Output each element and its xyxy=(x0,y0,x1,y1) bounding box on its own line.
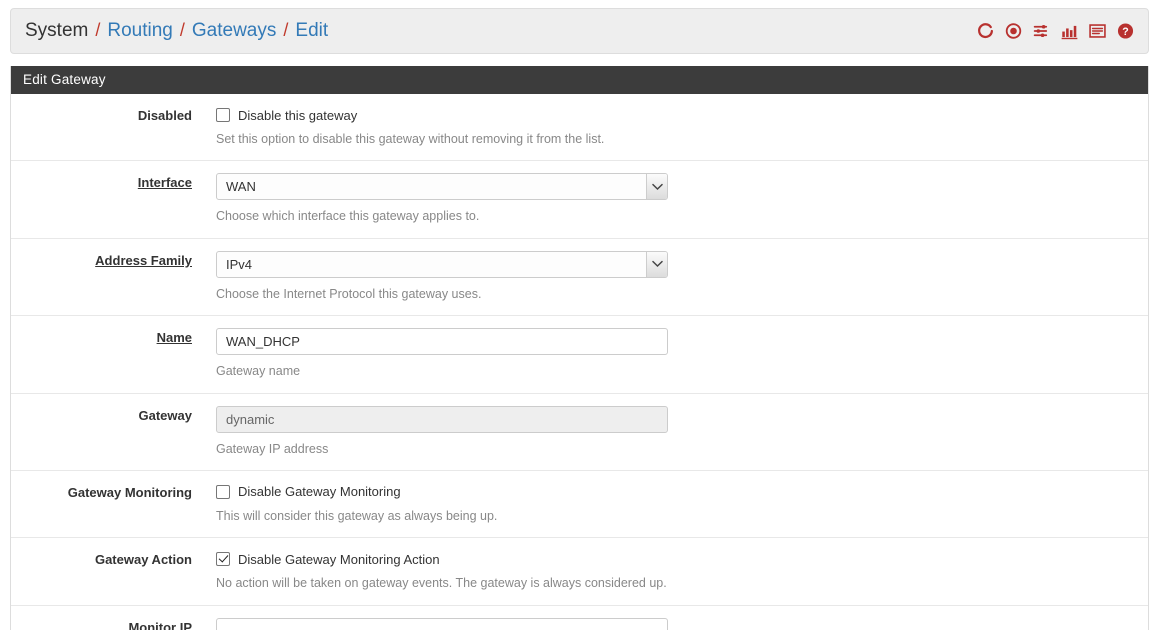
breadcrumb-separator: / xyxy=(179,20,185,40)
help-name: Gateway name xyxy=(216,364,301,379)
label-gateway-monitoring: Gateway Monitoring xyxy=(67,484,192,500)
gateway-input: dynamic xyxy=(216,405,668,433)
breadcrumb-separator: / xyxy=(283,20,289,40)
help-gateway-action: No action will be taken on gateway event… xyxy=(216,576,667,591)
interface-select[interactable]: WAN xyxy=(216,173,668,201)
address-family-select[interactable]: IPv4 xyxy=(216,250,668,278)
label-gateway: Gateway xyxy=(138,407,192,423)
help-gateway: Gateway IP address xyxy=(216,441,329,456)
label-name: Name xyxy=(156,330,192,346)
label-gateway-action: Gateway Action xyxy=(94,552,192,568)
disable-gateway-monitoring-checkbox-label: Disable Gateway Monitoring xyxy=(238,484,401,500)
power-icon[interactable] xyxy=(1005,23,1022,40)
address-family-select-value[interactable]: IPv4 xyxy=(216,250,668,278)
checkbox-box[interactable] xyxy=(216,484,230,499)
name-input[interactable]: WAN_DHCP xyxy=(216,328,668,356)
label-disabled: Disabled xyxy=(137,108,192,123)
help-address-family: Choose the Internet Protocol this gatewa… xyxy=(216,286,482,301)
edit-gateway-panel: Edit Gateway Disabled Disable this gatew… xyxy=(10,66,1149,630)
chevron-down-icon[interactable] xyxy=(646,251,667,277)
help-gateway-monitoring: This will consider this gateway as alway… xyxy=(216,508,498,523)
panel-title: Edit Gateway xyxy=(11,66,1148,94)
svg-text:?: ? xyxy=(1122,26,1128,38)
status-icon-group: ? xyxy=(977,23,1134,40)
breadcrumb-item-routing[interactable]: Routing xyxy=(107,20,173,42)
interface-select-value[interactable]: WAN xyxy=(216,173,668,201)
breadcrumb-bar: System / Routing / Gateways / Edit ? xyxy=(10,8,1149,54)
breadcrumb-separator: / xyxy=(95,20,101,40)
form-row-monitor-ip: Monitor IP Enter an alternative address … xyxy=(11,606,1148,630)
chevron-down-icon[interactable] xyxy=(646,174,667,200)
form-row-gateway-monitoring: Gateway Monitoring Disable Gateway Monit… xyxy=(11,471,1148,539)
sliders-icon[interactable] xyxy=(1033,23,1050,40)
label-monitor-ip: Monitor IP xyxy=(128,619,192,630)
bar-chart-icon[interactable] xyxy=(1061,23,1078,40)
help-icon[interactable]: ? xyxy=(1117,23,1134,40)
form-row-gateway: Gateway dynamic Gateway IP address xyxy=(11,394,1148,471)
form-row-disabled: Disabled Disable this gateway Set this o… xyxy=(11,94,1148,162)
checkbox-box[interactable] xyxy=(216,552,230,567)
help-interface: Choose which interface this gateway appl… xyxy=(216,209,480,224)
disable-gateway-checkbox[interactable]: Disable this gateway xyxy=(216,106,1133,124)
restart-icon[interactable] xyxy=(977,23,994,40)
help-disabled: Set this option to disable this gateway … xyxy=(216,132,605,146)
label-interface: Interface xyxy=(137,175,192,191)
disable-gateway-monitoring-action-checkbox-label: Disable Gateway Monitoring Action xyxy=(238,551,440,567)
form-row-interface: Interface WAN Choose which interface thi… xyxy=(11,161,1148,239)
label-address-family: Address Family xyxy=(95,252,192,268)
checkbox-box[interactable] xyxy=(216,108,230,122)
gateway-form: Disabled Disable this gateway Set this o… xyxy=(11,94,1148,630)
form-row-name: Name WAN_DHCP Gateway name xyxy=(11,316,1148,394)
disable-gateway-checkbox-label: Disable this gateway xyxy=(238,107,358,123)
form-row-address-family: Address Family IPv4 Choose the Internet … xyxy=(11,239,1148,317)
disable-gateway-monitoring-checkbox[interactable]: Disable Gateway Monitoring xyxy=(216,483,1133,501)
breadcrumb-item-gateways[interactable]: Gateways xyxy=(192,20,276,42)
log-list-icon[interactable] xyxy=(1089,23,1106,40)
breadcrumb-item-edit[interactable]: Edit xyxy=(295,20,328,42)
breadcrumb: System / Routing / Gateways / Edit xyxy=(25,20,328,42)
breadcrumb-item-system[interactable]: System xyxy=(25,20,88,42)
disable-gateway-monitoring-action-checkbox[interactable]: Disable Gateway Monitoring Action xyxy=(216,550,1133,568)
monitor-ip-input[interactable] xyxy=(216,617,668,630)
form-row-gateway-action: Gateway Action Disable Gateway Monitorin… xyxy=(11,538,1148,606)
